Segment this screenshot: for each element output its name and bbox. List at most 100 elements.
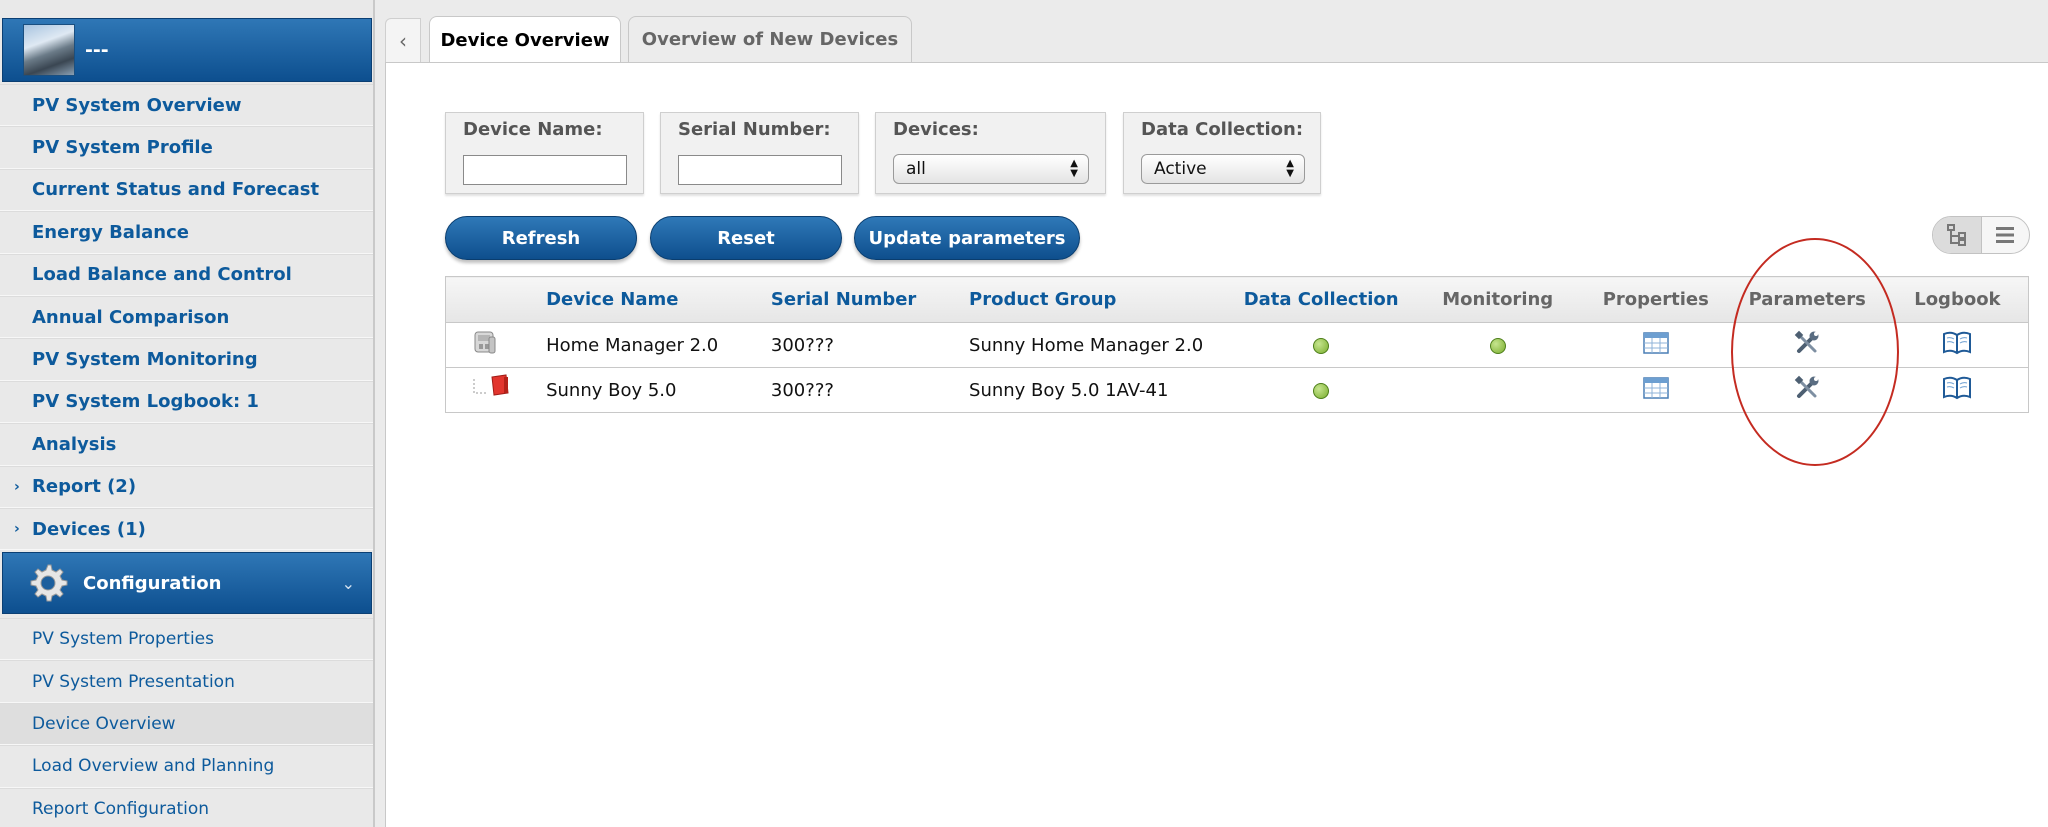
pv-system-name: --- [85,39,109,61]
logbook-book-icon[interactable] [1942,331,1972,355]
select-arrows-icon: ▲ ▼ [1070,158,1078,179]
column-header-parameters: Parameters [1727,276,1887,323]
sidebar-item-annual-comparison[interactable]: Annual Comparison [0,295,373,339]
sidebar-item-report-configuration[interactable]: Report Configuration [0,787,373,827]
table-row[interactable]: Sunny Boy 5.0 300??? Sunny Boy 5.0 1AV-4… [445,367,2029,413]
filter-label: Device Name: [463,119,603,140]
sidebar-item-label: Load Balance and Control [32,264,292,286]
cell-properties [1583,322,1728,368]
sidebar-item-energy-balance[interactable]: Energy Balance [0,211,373,254]
inverter-device-icon [473,373,509,396]
filter-serial-number: Serial Number: [660,112,859,194]
device-icon-cell [445,367,547,413]
cell-logbook [1886,322,2029,368]
sidebar-item-devices[interactable]: › Devices (1) [0,507,373,551]
column-header-monitoring: Monitoring [1411,276,1584,323]
sidebar-item-pv-system-properties[interactable]: PV System Properties [0,618,373,661]
tree-view-button[interactable] [1933,217,1981,253]
select-arrows-icon: ▲ ▼ [1286,158,1294,179]
sidebar-item-label: PV System Logbook: 1 [32,391,259,413]
column-header-serial-number[interactable]: Serial Number [770,276,970,323]
table-row[interactable]: Home Manager 2.0 300??? Sunny Home Manag… [445,322,2029,368]
pv-system-thumbnail [23,24,75,76]
sidebar-item-load-balance[interactable]: Load Balance and Control [0,253,373,296]
sidebar-nav: PV System Overview PV System Profile Cur… [0,84,373,551]
cell-logbook [1886,367,2029,413]
sidebar-item-current-status[interactable]: Current Status and Forecast [0,168,373,212]
sidebar-item-load-overview[interactable]: Load Overview and Planning [0,745,373,788]
sidebar-item-label: PV System Presentation [32,671,235,692]
filter-label: Devices: [893,119,979,140]
properties-table-icon[interactable] [1643,331,1669,354]
filter-label: Data Collection: [1141,119,1304,140]
sidebar-item-pv-system-profile[interactable]: PV System Profile [0,126,373,169]
tab-overview-new-devices[interactable]: Overview of New Devices [628,16,912,62]
sidebar-item-pv-system-logbook[interactable]: PV System Logbook: 1 [0,380,373,424]
tab-bar: ‹ Device Overview Overview of New Device… [385,0,2048,64]
column-header-properties: Properties [1583,276,1728,323]
sidebar-item-label: Device Overview [32,713,176,734]
sidebar-item-analysis[interactable]: Analysis [0,423,373,466]
chevron-down-icon: ⌄ [341,573,355,593]
cell-data-collection [1230,322,1412,368]
sidebar-item-label: Load Overview and Planning [32,756,275,777]
column-header-product-group[interactable]: Product Group [969,276,1231,323]
cell-product-group: Sunny Boy 5.0 1AV-41 [969,367,1231,413]
collapse-sidebar-button[interactable]: ‹ [385,18,421,62]
configuration-submenu: PV System Properties PV System Presentat… [0,618,373,827]
data-collection-select[interactable]: Active ▲ ▼ [1141,154,1305,184]
serial-number-input[interactable] [678,155,842,185]
device-name-input[interactable] [463,155,627,185]
sidebar-item-pv-system-presentation[interactable]: PV System Presentation [0,660,373,703]
configuration-section-header[interactable]: Configuration ⌄ [2,552,372,614]
data-collection-select-value: Active [1154,159,1207,179]
view-toggle [1932,216,2030,254]
refresh-button[interactable]: Refresh [445,216,637,260]
list-view-icon [1996,227,2015,243]
sidebar-item-device-overview[interactable]: Device Overview [0,702,373,746]
device-table: Device Name Serial Number Product Group … [445,276,2029,413]
sidebar-item-label: PV System Monitoring [32,349,258,371]
pv-system-header[interactable]: --- [2,18,372,82]
sidebar-item-label: Devices (1) [32,518,146,540]
filter-device-name: Device Name: [445,112,644,194]
column-header-logbook: Logbook [1886,276,2029,323]
sidebar-item-label: Analysis [32,433,117,455]
cell-device-name[interactable]: Sunny Boy 5.0 [546,367,771,413]
sidebar-item-report[interactable]: › Report (2) [0,465,373,508]
cell-monitoring [1411,367,1584,413]
sidebar-item-label: PV System Overview [32,94,242,116]
cell-product-group: Sunny Home Manager 2.0 [969,322,1231,368]
content-area: Device Name: Serial Number: Devices: all… [385,62,2048,827]
sidebar-item-pv-system-overview[interactable]: PV System Overview [0,84,373,127]
sidebar: --- PV System Overview PV System Profile… [0,0,375,827]
filter-devices: Devices: all ▲ ▼ [875,112,1106,194]
cell-properties [1583,367,1728,413]
table-header-row: Device Name Serial Number Product Group … [445,276,2029,323]
column-header-data-collection[interactable]: Data Collection [1230,276,1412,323]
sidebar-item-label: Report (2) [32,476,137,498]
sidebar-item-pv-system-monitoring[interactable]: PV System Monitoring [0,338,373,381]
parameters-tools-icon[interactable] [1793,329,1821,357]
devices-select[interactable]: all ▲ ▼ [893,154,1089,184]
main-panel: ‹ Device Overview Overview of New Device… [385,0,2048,827]
reset-button[interactable]: Reset [650,216,842,260]
filter-label: Serial Number: [678,119,831,140]
tree-view-icon [1946,224,1966,246]
status-green-icon [1313,382,1330,399]
properties-table-icon[interactable] [1643,376,1669,399]
cell-parameters [1727,322,1887,368]
sidebar-item-label: Report Configuration [32,798,210,819]
tab-device-overview[interactable]: Device Overview [429,16,621,64]
cell-data-collection [1230,367,1412,413]
status-green-icon [1489,337,1506,354]
column-header-device-name[interactable]: Device Name [546,276,771,323]
logbook-book-icon[interactable] [1942,376,1972,400]
cell-parameters [1727,367,1887,413]
list-view-button[interactable] [1980,217,2030,253]
sidebar-item-label: Energy Balance [32,221,189,243]
cell-device-name[interactable]: Home Manager 2.0 [546,322,771,368]
parameters-tools-icon[interactable] [1793,374,1821,402]
update-parameters-button[interactable]: Update parameters [854,216,1080,260]
devices-select-value: all [906,159,926,179]
